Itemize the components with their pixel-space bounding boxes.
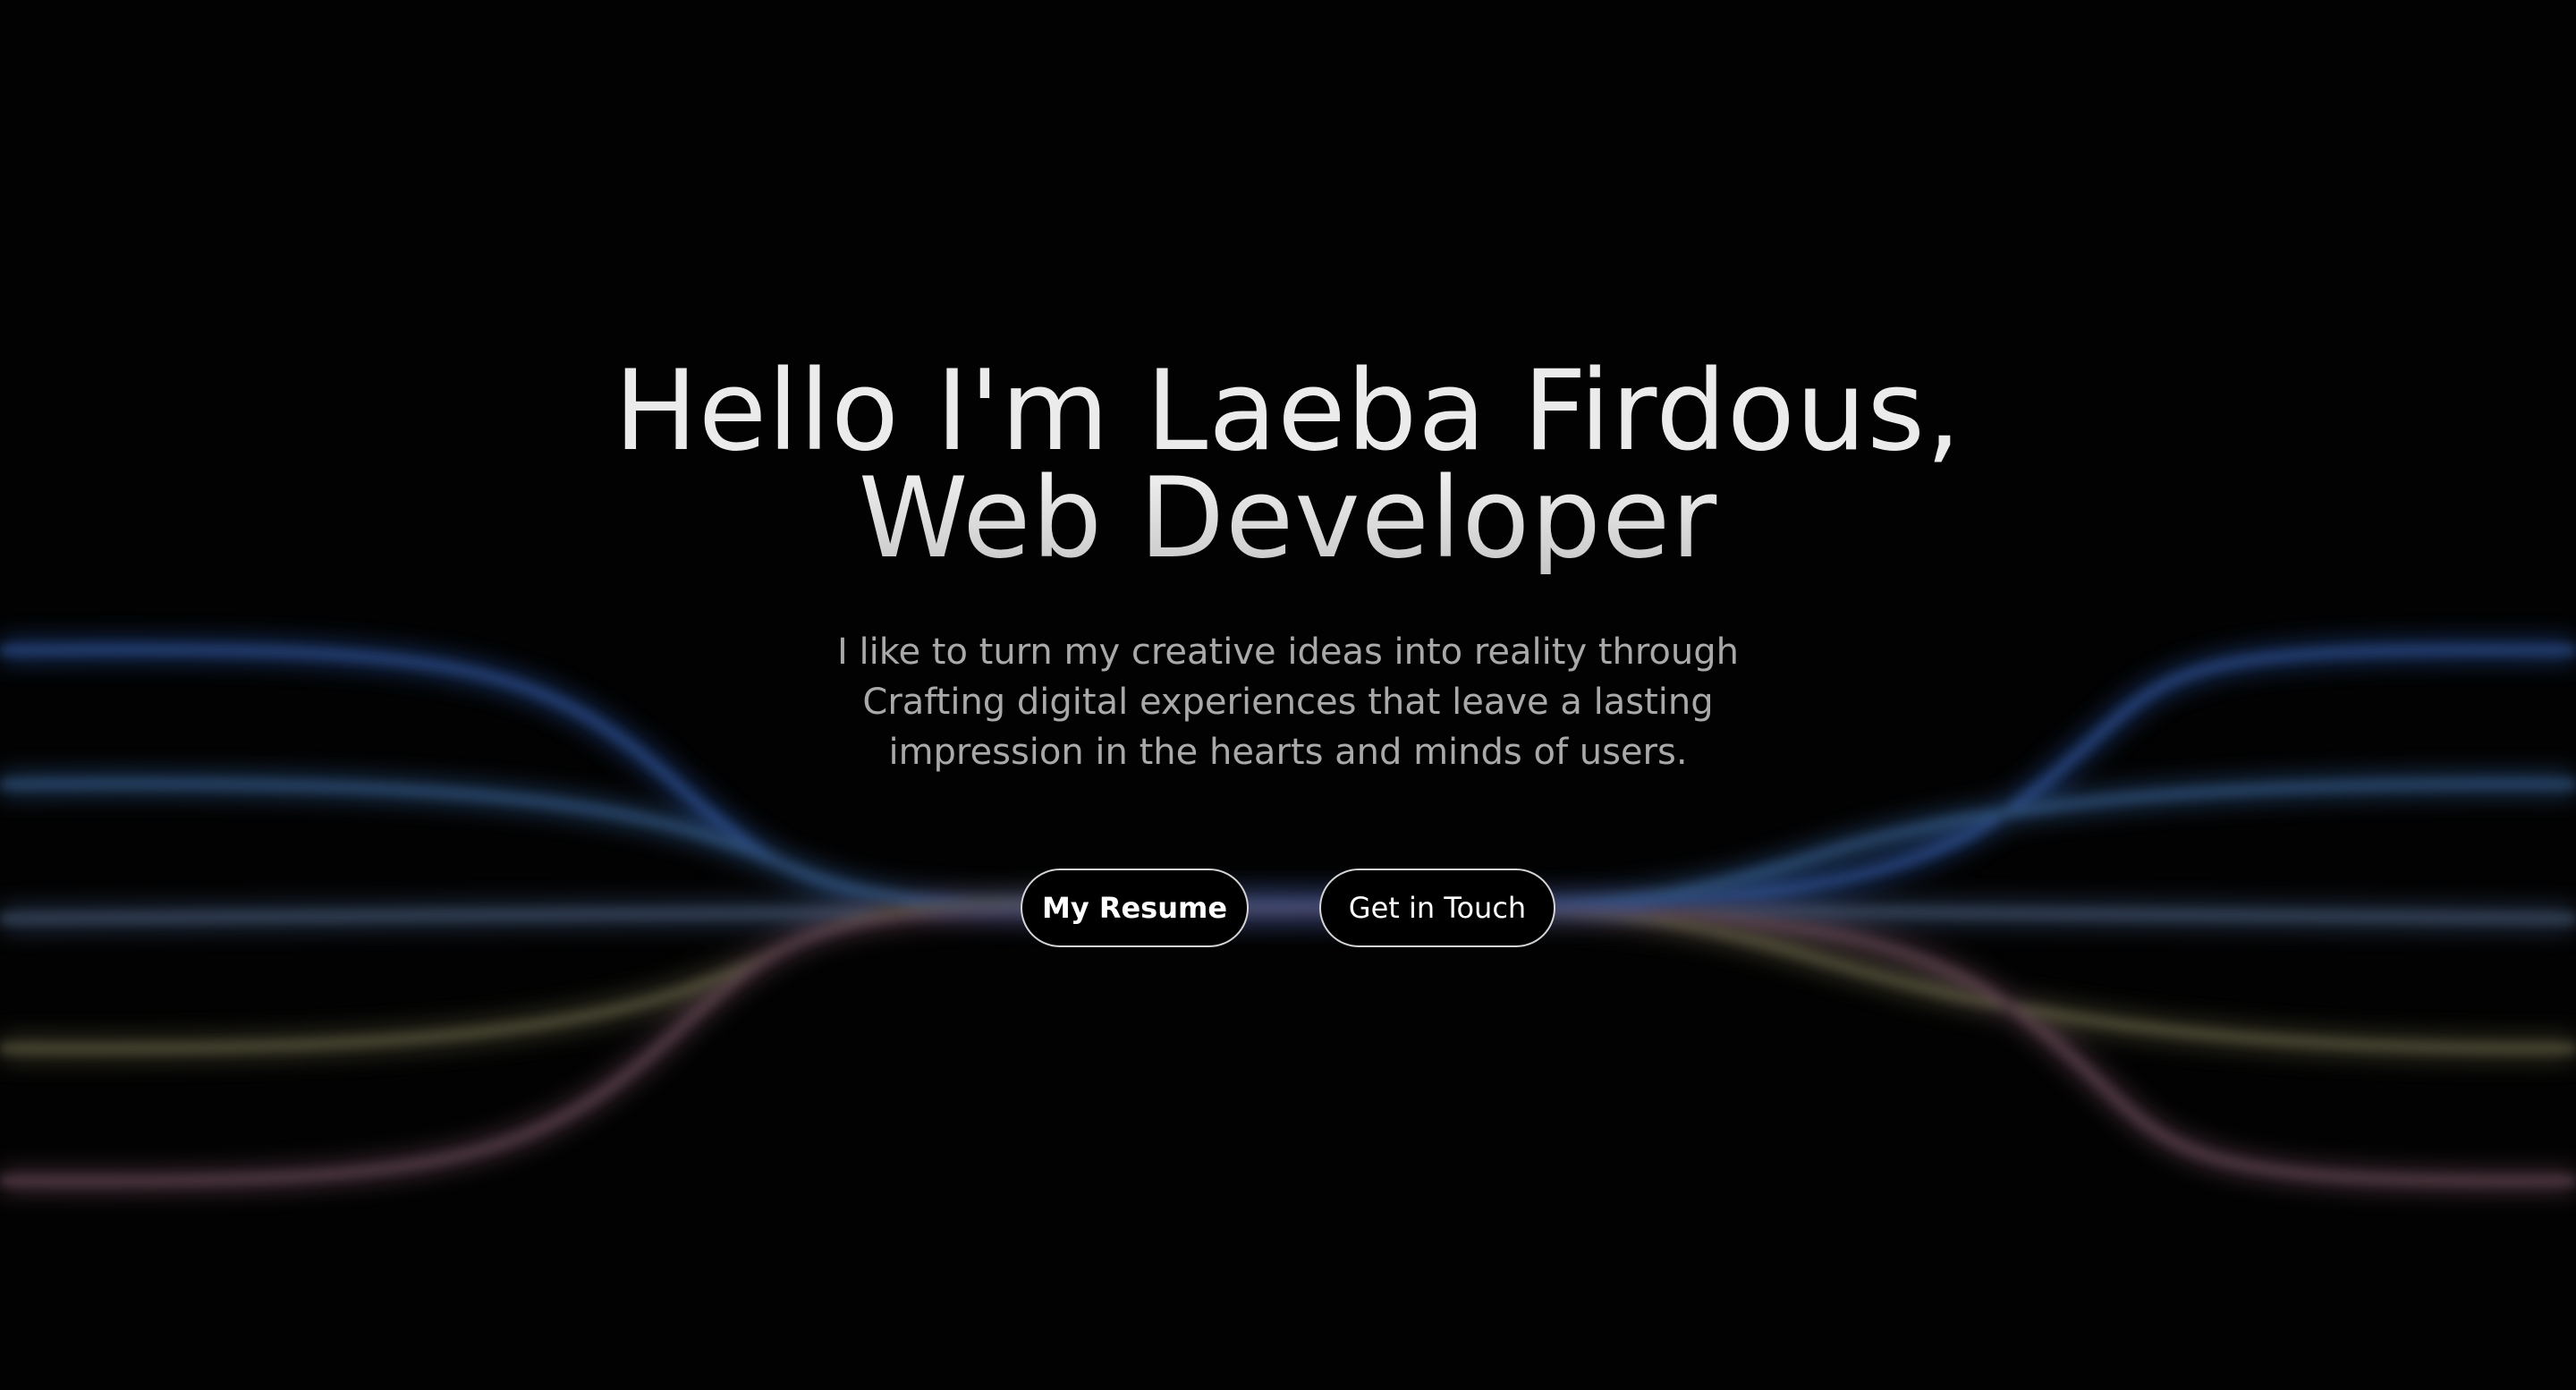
hero-headline-role: Web Developer xyxy=(0,463,2576,574)
hero-subtitle-line1: I like to turn my creative ideas into re… xyxy=(836,631,1739,673)
hero-headline-line1: Hello I'm Laeba Firdous, xyxy=(614,347,1962,476)
get-in-touch-button[interactable]: Get in Touch xyxy=(1319,869,1555,947)
hero-subtitle-line2: Crafting digital experiences that leave … xyxy=(862,682,1714,723)
hero-section: Hello I'm Laeba Firdous, Web Developer I… xyxy=(0,0,2576,1390)
my-resume-button[interactable]: My Resume xyxy=(1021,869,1249,947)
hero-subtitle-line3: impression in the hearts and minds of us… xyxy=(888,732,1688,773)
